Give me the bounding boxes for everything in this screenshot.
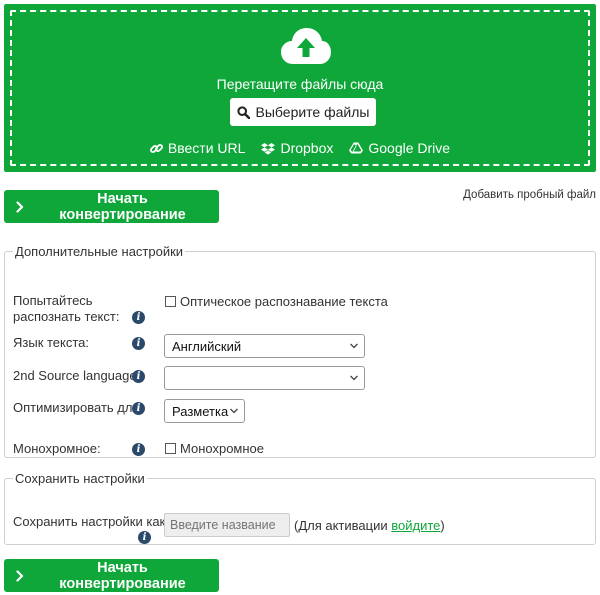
search-icon — [236, 105, 250, 119]
cloud-upload-icon — [281, 28, 331, 64]
monochrome-option-label: Монохромное — [180, 441, 265, 456]
file-dropzone[interactable]: Перетащите файлы сюда Выберите файлы Вве… — [4, 4, 596, 172]
login-note-prefix: (Для активации — [294, 518, 392, 533]
monochrome-checkbox[interactable] — [165, 443, 176, 454]
drop-instruction: Перетащите файлы сюда — [216, 76, 384, 92]
google-drive-icon — [349, 142, 364, 154]
chevron-down-icon — [350, 375, 358, 381]
login-link[interactable]: войдите — [391, 518, 440, 533]
url-source-label: Ввести URL — [167, 140, 246, 156]
save-settings-legend: Сохранить настройки — [15, 471, 145, 486]
monochrome-checkbox-row[interactable]: Монохромное — [165, 441, 264, 456]
dropbox-source-link[interactable]: Dropbox — [261, 140, 333, 156]
info-icon[interactable]: i — [132, 311, 145, 324]
language-select-value: Английский — [172, 338, 242, 354]
start-conversion-button-bottom[interactable]: Начать конвертирование — [4, 559, 219, 592]
start-conversion-button-top[interactable]: Начать конвертирование — [4, 190, 219, 223]
optimize-select[interactable]: Разметка — [164, 399, 245, 423]
login-note-suffix: ) — [440, 518, 445, 533]
chevron-down-icon — [230, 408, 238, 414]
chevron-right-icon — [16, 569, 24, 582]
info-icon[interactable]: i — [132, 370, 145, 383]
add-sample-file-link[interactable]: Добавить пробный файл — [463, 189, 596, 201]
info-icon[interactable]: i — [132, 337, 145, 350]
ocr-checkbox-row[interactable]: Оптическое распознавание текста — [165, 294, 388, 309]
upload-sources: Ввести URL Dropbox Google Drive — [12, 140, 588, 156]
choose-files-label: Выберите файлы — [255, 104, 370, 120]
source-language-label: 2nd Source language: — [13, 368, 141, 383]
start-conversion-label: Начать конвертирование — [59, 190, 186, 223]
language-label: Язык текста: — [13, 335, 90, 350]
google-drive-source-label: Google Drive — [368, 140, 451, 156]
dropzone-dashed-area[interactable]: Перетащите файлы сюда Выберите файлы Вве… — [10, 10, 590, 166]
chevron-right-icon — [16, 200, 24, 213]
choose-files-button[interactable]: Выберите файлы — [230, 98, 376, 126]
info-icon[interactable]: i — [132, 402, 145, 415]
dropbox-source-label: Dropbox — [280, 140, 334, 156]
preset-name-input[interactable] — [164, 513, 290, 537]
google-drive-source-link[interactable]: Google Drive — [349, 140, 450, 156]
ocr-checkbox[interactable] — [165, 296, 176, 307]
start-conversion-label: Начать конвертирование — [59, 559, 186, 592]
login-note: (Для активации войдите) — [294, 518, 445, 533]
advanced-settings-fieldset: Дополнительные настройки Попытайтесь рас… — [4, 244, 596, 458]
save-settings-label: Сохранить настройки как: — [13, 514, 169, 529]
source-language-select[interactable] — [164, 366, 365, 390]
info-icon[interactable]: i — [138, 531, 151, 544]
optimize-label: Оптимизировать для: — [13, 400, 144, 415]
optimize-select-value: Разметка — [172, 403, 229, 419]
language-select[interactable]: Английский — [164, 334, 365, 358]
save-settings-fieldset: Сохранить настройки Сохранить настройки … — [4, 471, 596, 545]
ocr-option-label: Оптическое распознавание текста — [180, 294, 388, 309]
info-icon[interactable]: i — [132, 443, 145, 456]
chevron-down-icon — [350, 343, 358, 349]
link-icon — [149, 143, 163, 153]
url-source-link[interactable]: Ввести URL — [149, 140, 246, 156]
monochrome-label: Монохромное: — [13, 441, 101, 456]
dropbox-icon — [261, 142, 276, 155]
advanced-settings-legend: Дополнительные настройки — [15, 244, 184, 259]
